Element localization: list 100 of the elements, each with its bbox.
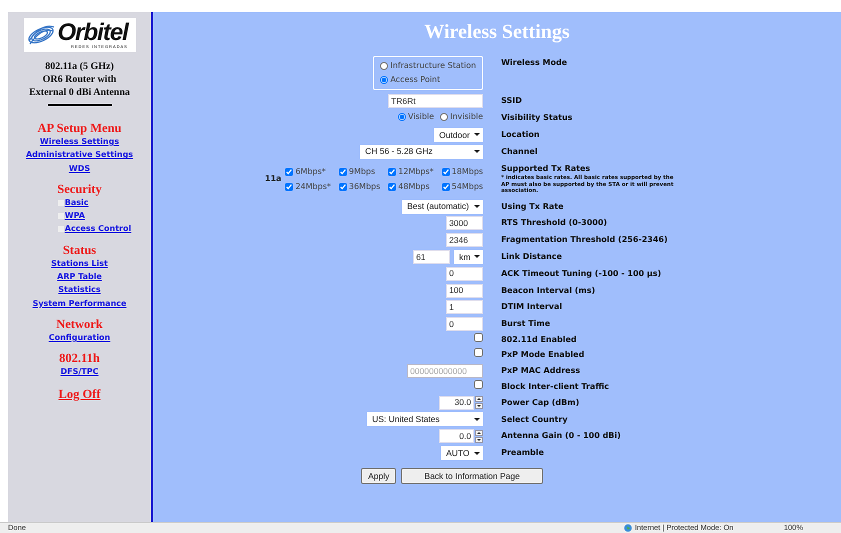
caret-icon (474, 418, 480, 421)
checkbox[interactable] (388, 168, 396, 176)
checkbox[interactable] (338, 168, 347, 176)
text-field[interactable]: TR6Rt (388, 94, 484, 108)
back-button[interactable]: Back to Information Page (401, 468, 543, 484)
field-label: Beacon Interval (ms) (501, 286, 596, 295)
field-label: Location (501, 130, 540, 139)
spin-up-button[interactable] (475, 396, 484, 402)
device-info-text: 802.11a (5 GHz) (44, 60, 115, 73)
text-field[interactable]: 0 (446, 317, 484, 332)
text-field[interactable]: 1 (446, 300, 484, 314)
checkbox[interactable] (442, 168, 450, 176)
menu-heading: 802.11h (59, 351, 100, 366)
radio-button[interactable] (380, 76, 388, 84)
menu-link[interactable]: Administrative Settings (26, 148, 134, 162)
device-info-text: OR6 Router with (42, 73, 118, 86)
rate-group-label: 11a (264, 174, 282, 184)
brand-name: Orbitel (58, 21, 128, 45)
checkbox[interactable] (474, 333, 484, 342)
caret-icon (474, 205, 480, 208)
text-field[interactable]: 0.0 (439, 429, 474, 444)
field-label: Using Tx Rate (501, 202, 564, 211)
text-field[interactable]: 2346 (446, 233, 484, 248)
option-label[interactable]: 6Mbps* (295, 166, 326, 178)
field-label: Channel (501, 146, 538, 156)
dropdown[interactable]: US: United States (367, 412, 484, 426)
menu-heading: Status (62, 242, 96, 257)
checkbox[interactable] (338, 182, 347, 191)
checkbox[interactable] (285, 182, 294, 191)
caret-icon (474, 150, 480, 154)
menu-link[interactable]: DFS/TPC (60, 365, 98, 379)
radio-button[interactable] (380, 62, 388, 70)
menu-link[interactable]: Configuration (48, 330, 110, 344)
option-label[interactable]: 36Mbps (348, 180, 380, 193)
field-label: ACK Timeout Tuning (-100 - 100 µs) (501, 268, 662, 278)
option-label[interactable]: Infrastructure Station (390, 60, 476, 72)
field-label: Antenna Gain (0 - 100 dBi) (501, 431, 621, 440)
caret-icon (474, 133, 480, 136)
radio-button[interactable] (398, 112, 406, 121)
spin-down-button[interactable] (475, 403, 484, 410)
menu-link[interactable]: Basic (64, 196, 88, 210)
menu-heading: AP Setup Menu (37, 121, 122, 135)
field-label: Block Inter-client Traffic (501, 382, 609, 391)
checkbox[interactable] (388, 182, 396, 191)
device-info-text: External 0 dBi Antenna (29, 86, 130, 99)
field-label: Burst Time (501, 319, 550, 328)
menu-link[interactable]: System Performance (32, 296, 126, 310)
option-label[interactable]: Visible (408, 110, 434, 123)
radio-button[interactable] (440, 112, 448, 121)
field-label: PxP MAC Address (501, 366, 580, 375)
field-label: Power Cap (dBm) (501, 398, 580, 407)
caret-icon (474, 452, 480, 455)
menu-link[interactable]: Stations List (51, 256, 108, 270)
field-label: RTS Threshold (0-3000) (501, 218, 608, 228)
menu-link[interactable]: Access Control (64, 222, 132, 236)
text-field[interactable]: 100 (446, 284, 484, 298)
globe-icon (624, 524, 632, 532)
field-label: 802.11d Enabled (501, 335, 577, 344)
spin-down-button[interactable] (475, 437, 484, 444)
field-label: Select Country (501, 414, 568, 424)
option-label[interactable]: Access Point (390, 74, 440, 86)
menu-link[interactable]: WDS (68, 162, 90, 175)
menu-link[interactable]: Statistics (58, 283, 101, 297)
menu-link[interactable]: WPA (64, 209, 85, 222)
checkbox[interactable] (474, 348, 484, 358)
text-field[interactable]: 3000 (446, 216, 484, 230)
text-field[interactable]: 0 (446, 266, 484, 281)
checkbox[interactable] (474, 380, 484, 390)
field-label: PxP Mode Enabled (501, 350, 584, 360)
dropdown[interactable]: Outdoor (434, 128, 484, 142)
dropdown[interactable]: CH 56 - 5.28 GHz (360, 144, 484, 159)
option-label[interactable]: 54Mbps (452, 180, 484, 193)
option-label[interactable]: 24Mbps* (295, 180, 331, 193)
option-label[interactable]: Invisible (450, 110, 484, 123)
field-label: Wireless Mode (501, 58, 568, 67)
dropdown[interactable]: AUTO (441, 446, 484, 460)
text-field[interactable]: 61 (413, 250, 450, 264)
option-label[interactable]: 18Mbps (452, 166, 484, 178)
page-title: Wireless Settings (424, 20, 570, 45)
dropdown[interactable]: km (454, 250, 484, 264)
menu-link[interactable]: ARP Table (57, 270, 102, 284)
checkbox[interactable] (442, 182, 450, 191)
option-label[interactable]: 12Mbps* (398, 166, 434, 178)
caret-icon (474, 255, 480, 258)
menu-link[interactable]: Wireless Settings (40, 135, 120, 148)
spin-up-button[interactable] (475, 430, 484, 436)
apply-button[interactable]: Apply (361, 468, 396, 484)
field-label: DTIM Interval (501, 302, 562, 312)
field-label: SSID (501, 96, 522, 106)
dropdown[interactable]: Best (automatic) (402, 200, 484, 214)
option-label[interactable]: 9Mbps (348, 166, 376, 178)
option-label[interactable]: 48Mbps (398, 180, 430, 193)
field-label: Supported Tx Rates (501, 164, 590, 174)
text-field[interactable]: 30.0 (439, 396, 474, 410)
field-label: Preamble (501, 448, 544, 458)
menu-heading: Security (57, 182, 102, 196)
field-label: Fragmentation Threshold (256-2346) (501, 235, 668, 244)
menu-heading: Network (56, 316, 103, 331)
checkbox[interactable] (285, 168, 294, 176)
field-label: Link Distance (501, 252, 562, 261)
